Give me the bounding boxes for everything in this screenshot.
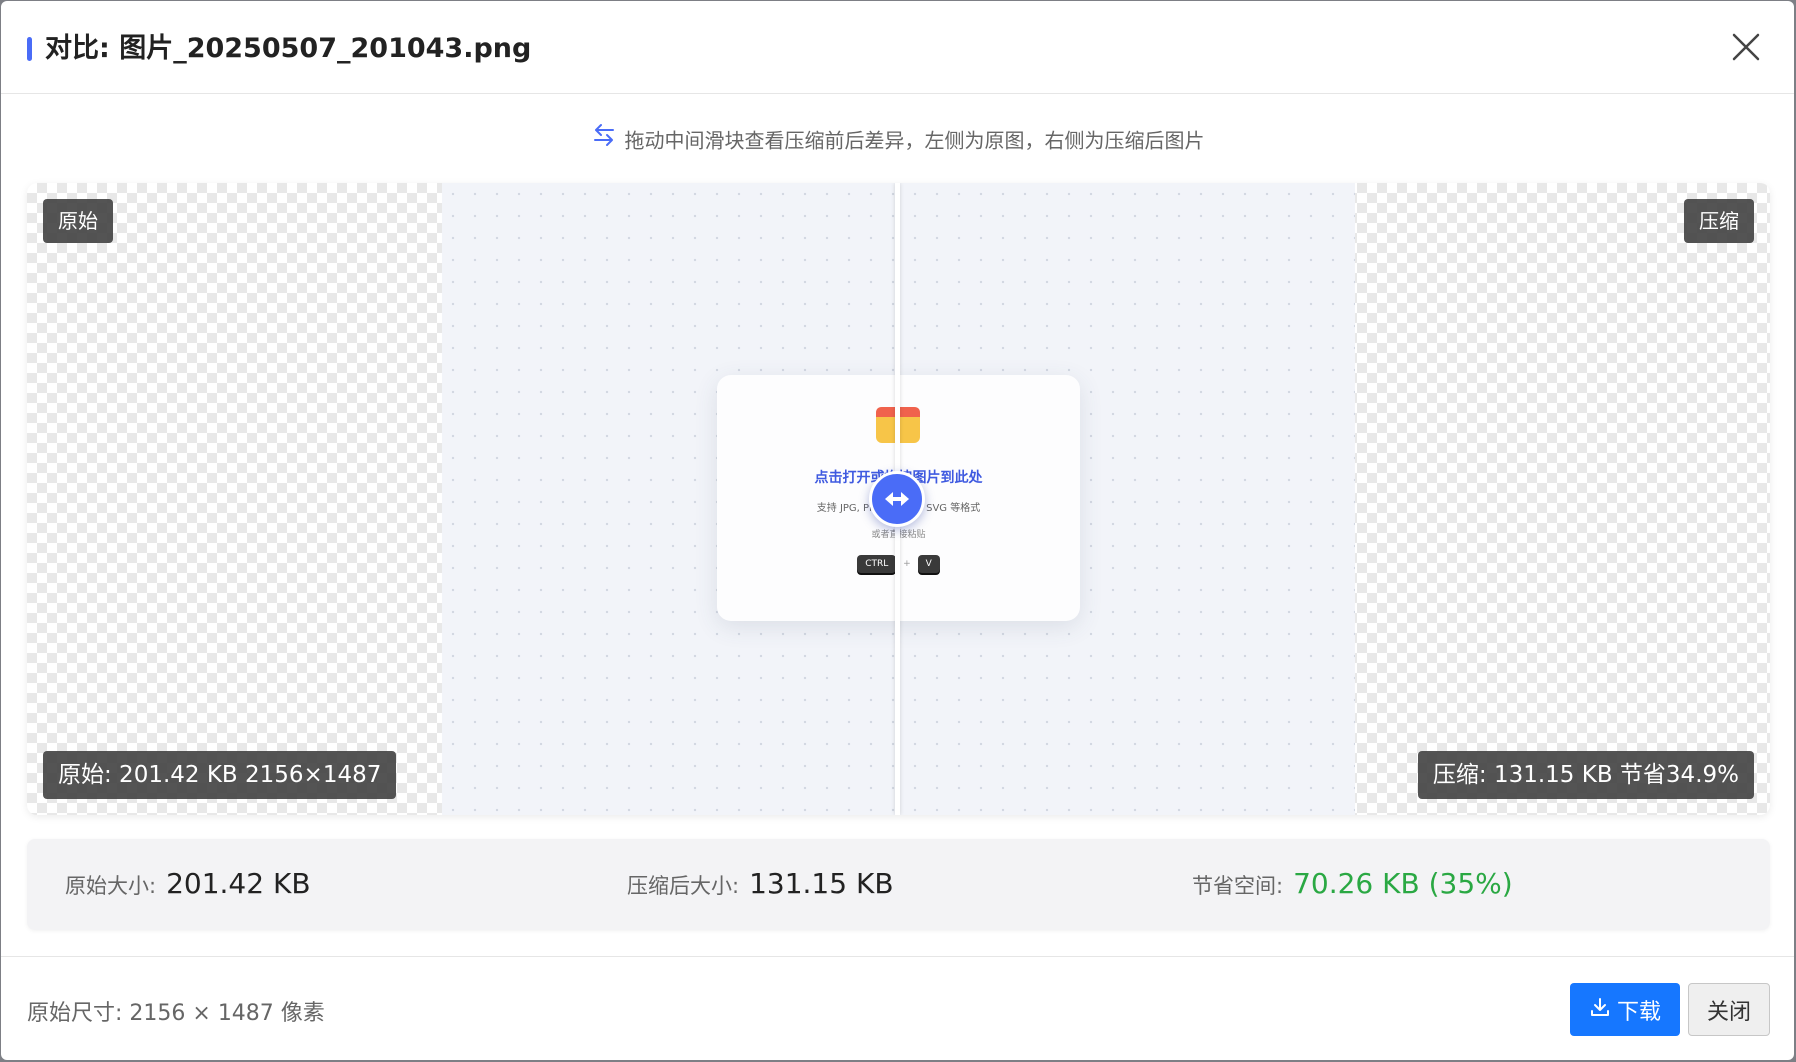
stat-compressed-value: 131.15 KB bbox=[749, 867, 894, 900]
image-compare-viewer[interactable]: 点击打开或拖拽图片到此处 支持 JPG, PNG, WEBP, SVG 等格式 … bbox=[27, 183, 1770, 815]
close-label: 关闭 bbox=[1706, 999, 1751, 1025]
hint-text: 拖动中间滑块查看压缩前后差异，左侧为原图，右侧为压缩后图片 bbox=[624, 128, 1205, 153]
compare-hint: 拖动中间滑块查看压缩前后差异，左侧为原图，右侧为压缩后图片 bbox=[1, 119, 1794, 161]
stat-original-value: 201.42 KB bbox=[166, 867, 311, 900]
dialog-footer: 原始尺寸: 2156 × 1487 像素 下载 关闭 bbox=[1, 956, 1794, 1060]
close-icon[interactable] bbox=[1728, 29, 1764, 65]
size-stats-panel: 原始大小: 201.42 KB 压缩后大小: 131.15 KB 节省空间: 70.2… bbox=[27, 839, 1770, 930]
download-icon bbox=[1589, 996, 1611, 1024]
download-button[interactable]: 下载 bbox=[1570, 983, 1680, 1036]
stat-compressed: 压缩后大小: 131.15 KB bbox=[627, 867, 894, 900]
stat-original-label: 原始大小: bbox=[65, 874, 157, 898]
close-button[interactable]: 关闭 bbox=[1688, 983, 1770, 1036]
compare-dialog: 对比: 图片_20250507_201043.png 拖动中间滑块查看压缩前后差… bbox=[1, 1, 1794, 1060]
key-ctrl: CTRL bbox=[857, 555, 897, 573]
compressed-info-badge: 压缩: 131.15 KB 节省34.9% bbox=[1417, 751, 1754, 799]
stat-saved-label: 节省空间: bbox=[1192, 874, 1284, 898]
key-v: V bbox=[917, 555, 940, 573]
original-info-badge: 原始: 201.42 KB 2156×1487 bbox=[43, 751, 397, 799]
drag-handle-icon[interactable] bbox=[869, 471, 925, 527]
stat-original: 原始大小: 201.42 KB bbox=[65, 867, 311, 900]
stat-saved: 节省空间: 70.26 KB (35%) bbox=[1192, 867, 1513, 900]
swap-arrows-icon bbox=[591, 121, 617, 161]
original-tag: 原始 bbox=[43, 199, 113, 243]
title-accent-bar bbox=[27, 37, 32, 61]
download-label: 下载 bbox=[1616, 999, 1661, 1025]
dialog-title: 对比: 图片_20250507_201043.png bbox=[45, 33, 532, 64]
key-plus: + bbox=[903, 559, 911, 569]
dialog-header: 对比: 图片_20250507_201043.png bbox=[1, 1, 1794, 94]
original-dimensions: 原始尺寸: 2156 × 1487 像素 bbox=[27, 1001, 325, 1026]
stat-compressed-label: 压缩后大小: bbox=[627, 874, 740, 898]
compressed-tag: 压缩 bbox=[1684, 199, 1754, 243]
stat-saved-value: 70.26 KB (35%) bbox=[1293, 867, 1513, 900]
